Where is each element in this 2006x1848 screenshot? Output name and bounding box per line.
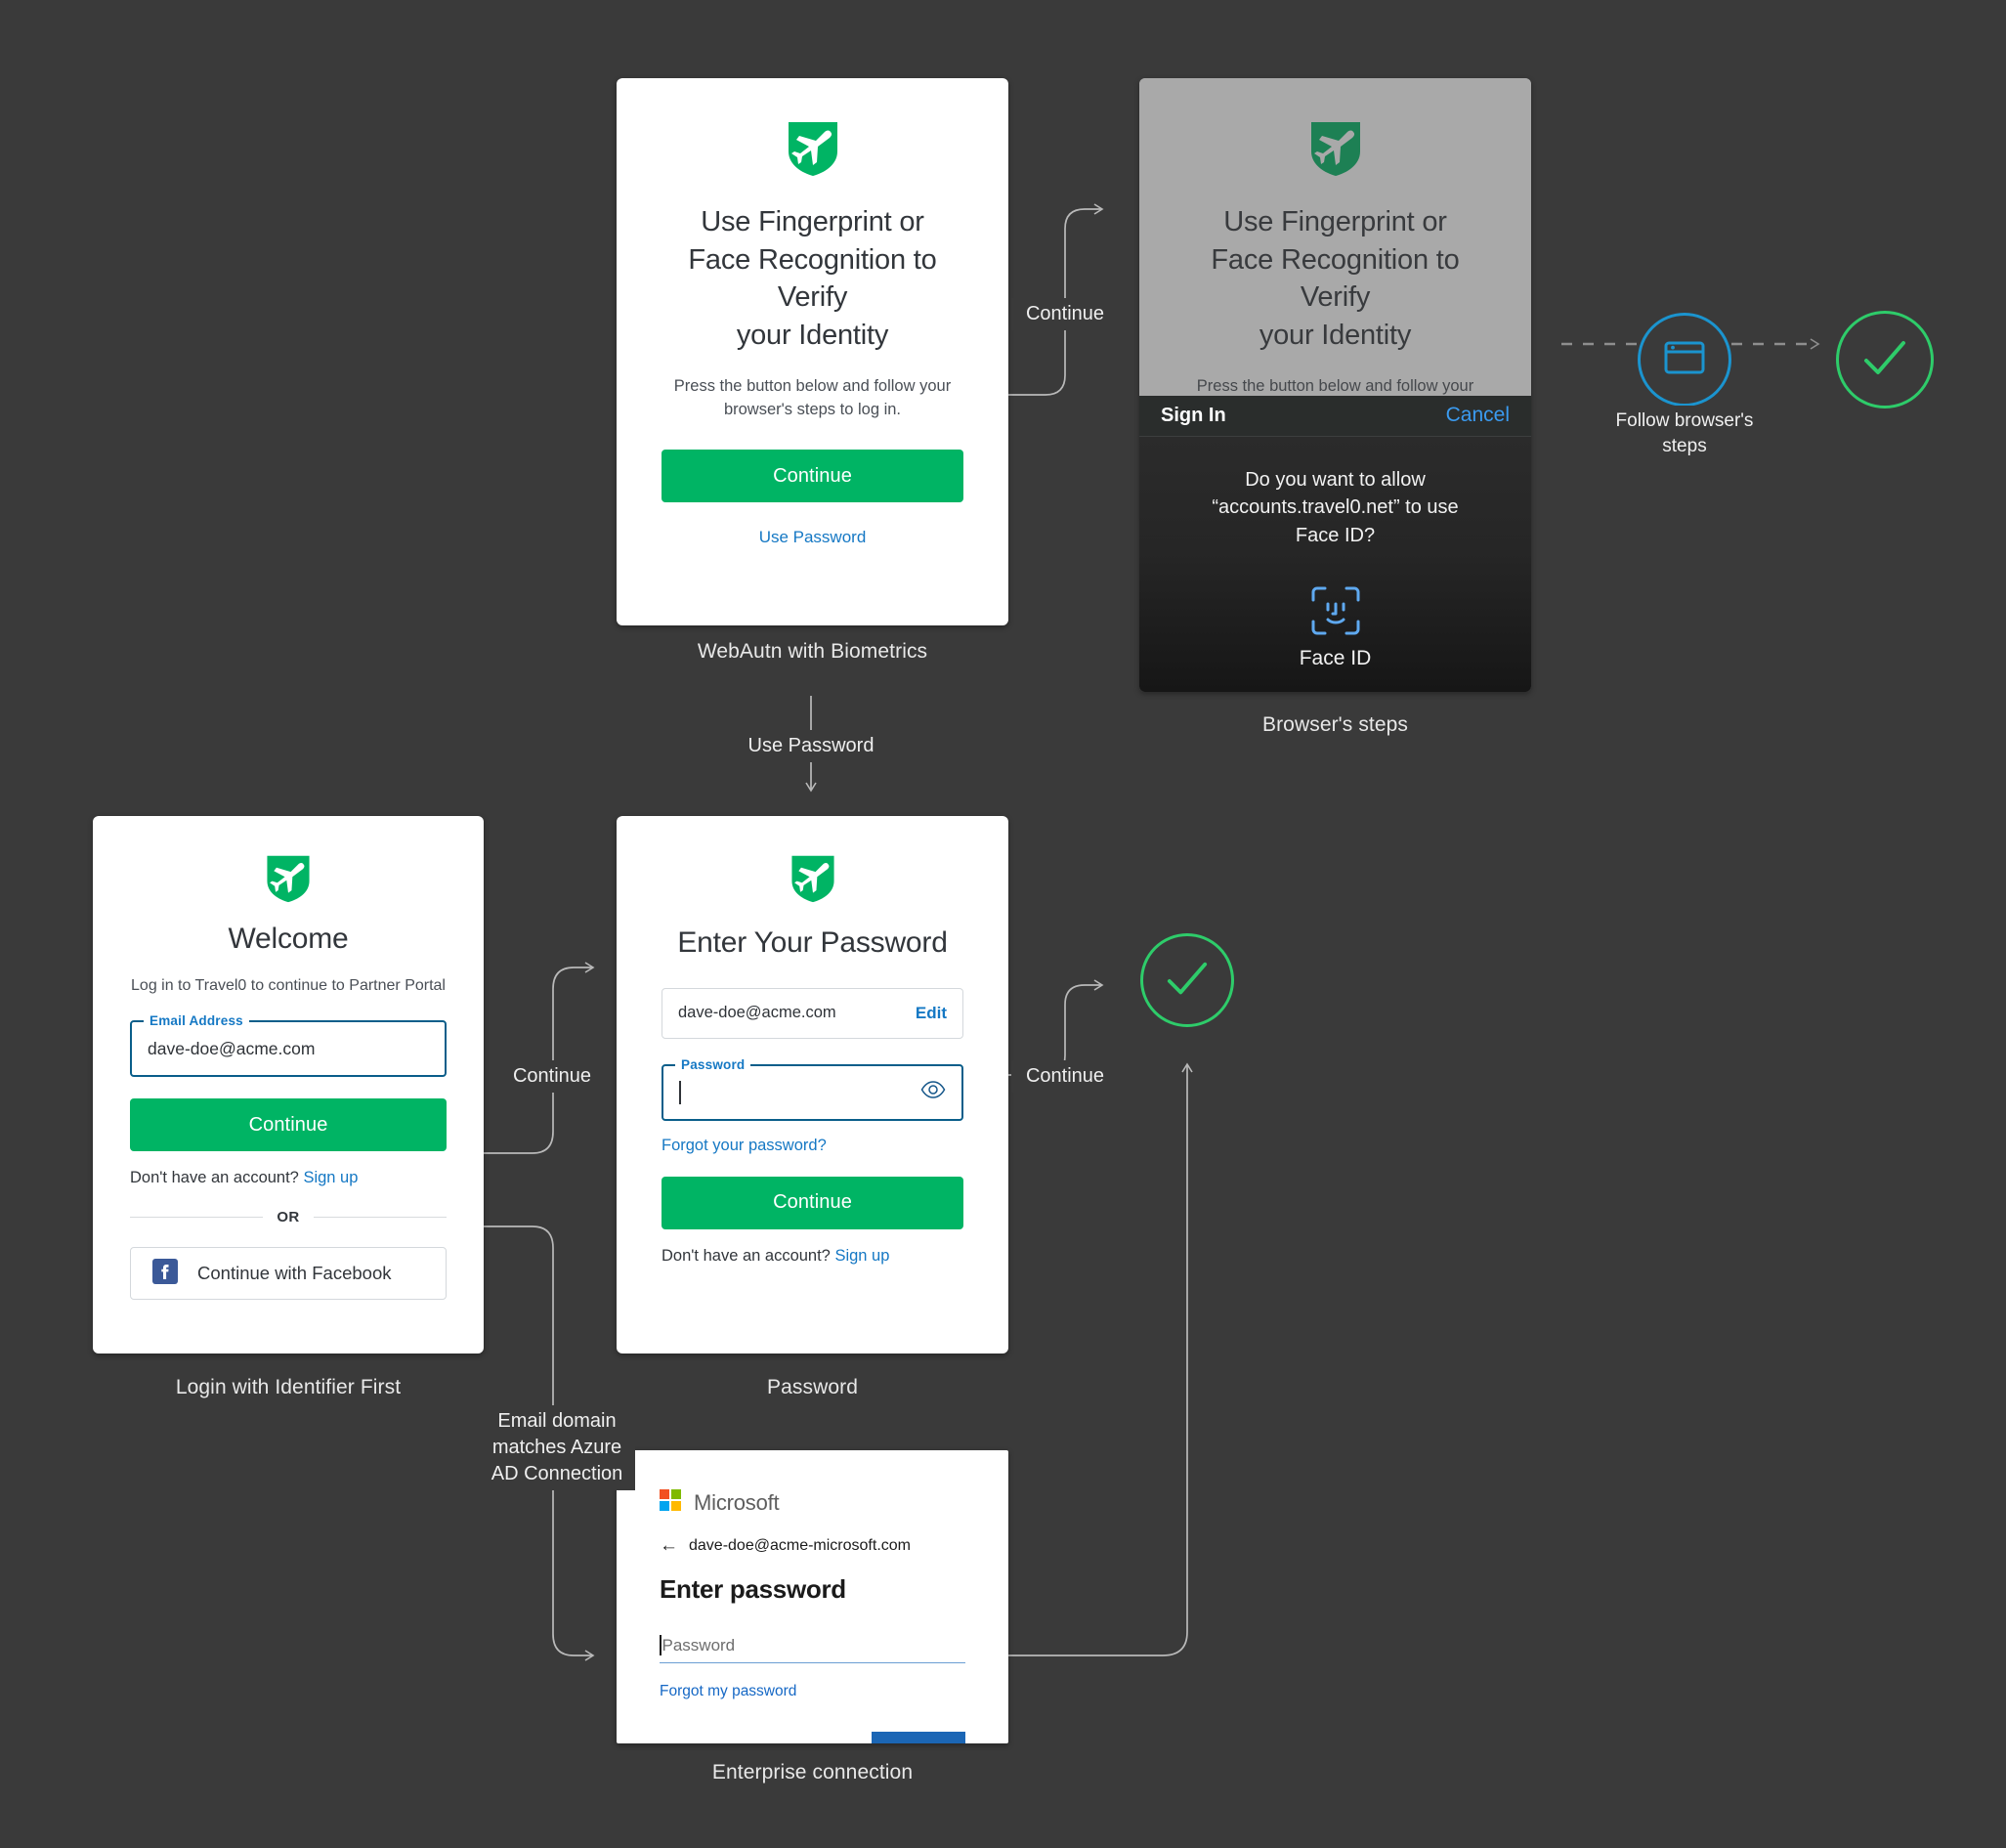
facebook-button-label: Continue with Facebook — [197, 1263, 392, 1284]
card-title: Welcome — [228, 923, 349, 955]
flow-label-use-password: Use Password — [738, 730, 884, 762]
login-identifier-first-card: Welcome Log in to Travel0 to continue to… — [93, 816, 484, 1354]
signup-row: Don't have an account? Sign up — [662, 1247, 963, 1266]
travel0-shield-plane-logo-icon — [662, 853, 963, 904]
travel0-shield-plane-logo-icon — [662, 119, 963, 178]
signup-link[interactable]: Sign up — [303, 1169, 358, 1186]
text-caret — [679, 1080, 681, 1104]
check-icon — [1864, 341, 1905, 374]
microsoft-logo-icon — [660, 1489, 681, 1516]
ios-sheet-header: Sign In Cancel — [1139, 395, 1531, 437]
ios-sheet-title: Sign In — [1161, 404, 1226, 426]
password-card-caption: Password — [766, 1376, 858, 1398]
enter-password-card: Enter Your Password dave-doe@acme.com Ed… — [617, 816, 1008, 1354]
or-label: OR — [277, 1209, 300, 1226]
continue-button[interactable]: Continue — [130, 1098, 447, 1152]
microsoft-brand: Microsoft — [660, 1489, 965, 1516]
face-id-label: Face ID — [1299, 647, 1372, 669]
continue-button[interactable]: Continue — [662, 450, 963, 503]
continue-button[interactable]: Continue — [662, 1176, 963, 1229]
ms-email-value: dave-doe@acme-microsoft.com — [689, 1537, 911, 1554]
enterprise-connection-card: Microsoft ← dave-doe@acme-microsoft.com … — [617, 1450, 1008, 1743]
ms-signin-button[interactable]: Sign in — [872, 1732, 965, 1743]
flow-label-azure-ad: Email domain matches Azure AD Connection — [479, 1405, 635, 1490]
continue-with-facebook-button[interactable]: Continue with Facebook — [130, 1247, 447, 1301]
ios-sheet-body: Do you want to allow “accounts.travel0.ne… — [1139, 436, 1531, 692]
welcome-card-caption: Login with Identifier First — [175, 1376, 402, 1398]
ms-password-input[interactable]: Password — [660, 1628, 965, 1663]
email-field-legend: Email Address — [144, 1013, 249, 1029]
webauthn-card-caption: WebAutn with Biometrics — [697, 640, 928, 663]
webauthn-biometrics-card: Use Fingerprint or Face Recognition to Ve… — [617, 78, 1008, 625]
email-field-value: dave-doe@acme.com — [148, 1038, 316, 1058]
card-subtitle: Press the button below and follow yourbr… — [673, 377, 952, 419]
card-title: Use Fingerprint or Face Recognition to Ve… — [688, 206, 937, 351]
card-title: Enter Your Password — [677, 926, 948, 959]
eye-icon[interactable] — [920, 1080, 946, 1104]
microsoft-brand-name: Microsoft — [694, 1489, 780, 1515]
ios-cancel-button[interactable]: Cancel — [1446, 404, 1510, 427]
use-password-link[interactable]: Use Password — [759, 528, 867, 546]
face-id-icon — [1169, 584, 1502, 637]
check-icon — [1167, 962, 1208, 995]
flow-diagram-canvas: Use Fingerprint or Face Recognition to Ve… — [0, 0, 2006, 1848]
or-divider: OR — [130, 1209, 447, 1225]
flow-label-webauthn-continue: Continue — [1011, 298, 1119, 330]
card-subtitle: Log in to Travel0 to continue to Partner… — [131, 976, 446, 994]
signup-prefix: Don't have an account? — [130, 1169, 299, 1187]
arrow-left-icon[interactable]: ← — [660, 1535, 678, 1557]
browser-window-icon — [1664, 340, 1705, 380]
ios-faceid-sheet: Sign In Cancel Do you want to allow “acco… — [1139, 395, 1531, 692]
ios-permission-question: Do you want to allow “accounts.travel0.ne… — [1212, 468, 1459, 546]
flow-label-password-continue: Continue — [1011, 1060, 1119, 1093]
check-circle-icon-bottom — [1140, 933, 1234, 1027]
signup-prefix: Don't have an account? — [662, 1246, 831, 1265]
forgot-password-link[interactable]: Forgot your password? — [662, 1137, 827, 1154]
email-field[interactable]: Email Address dave-doe@acme.com — [130, 1013, 447, 1078]
browser-steps-card: Use Fingerprint or Face Recognition to Ve… — [1139, 78, 1531, 692]
ms-forgot-password-link[interactable]: Forgot my password — [660, 1683, 965, 1700]
follow-browser-steps-label: Follow browser's steps — [1606, 406, 1763, 462]
ms-password-placeholder: Password — [662, 1635, 736, 1655]
check-circle-icon-top — [1836, 311, 1934, 408]
facebook-icon — [152, 1258, 178, 1289]
browser-window-icon-circle — [1638, 313, 1731, 407]
ms-email-row: ← dave-doe@acme-microsoft.com — [660, 1535, 965, 1557]
flow-label-welcome-continue: Continue — [498, 1060, 606, 1093]
travel0-shield-plane-logo-icon — [1184, 119, 1486, 178]
password-field[interactable]: Password — [662, 1056, 963, 1121]
signup-link[interactable]: Sign up — [834, 1247, 889, 1265]
card-title: Use Fingerprint or Face Recognition to Ve… — [1211, 206, 1460, 351]
ms-signin-row: Sign in — [660, 1732, 965, 1743]
email-value: dave-doe@acme.com — [678, 1004, 836, 1022]
ms-heading: Enter password — [660, 1574, 846, 1604]
travel0-shield-plane-logo-icon — [130, 853, 447, 904]
text-caret — [660, 1635, 662, 1655]
email-readonly-row: dave-doe@acme.com Edit — [662, 987, 963, 1039]
edit-email-link[interactable]: Edit — [916, 1004, 947, 1023]
signup-row: Don't have an account? Sign up — [130, 1169, 447, 1187]
browser-steps-card-caption: Browser's steps — [1261, 713, 1409, 736]
password-field-legend: Password — [675, 1056, 751, 1072]
enterprise-card-caption: Enterprise connection — [711, 1761, 914, 1784]
